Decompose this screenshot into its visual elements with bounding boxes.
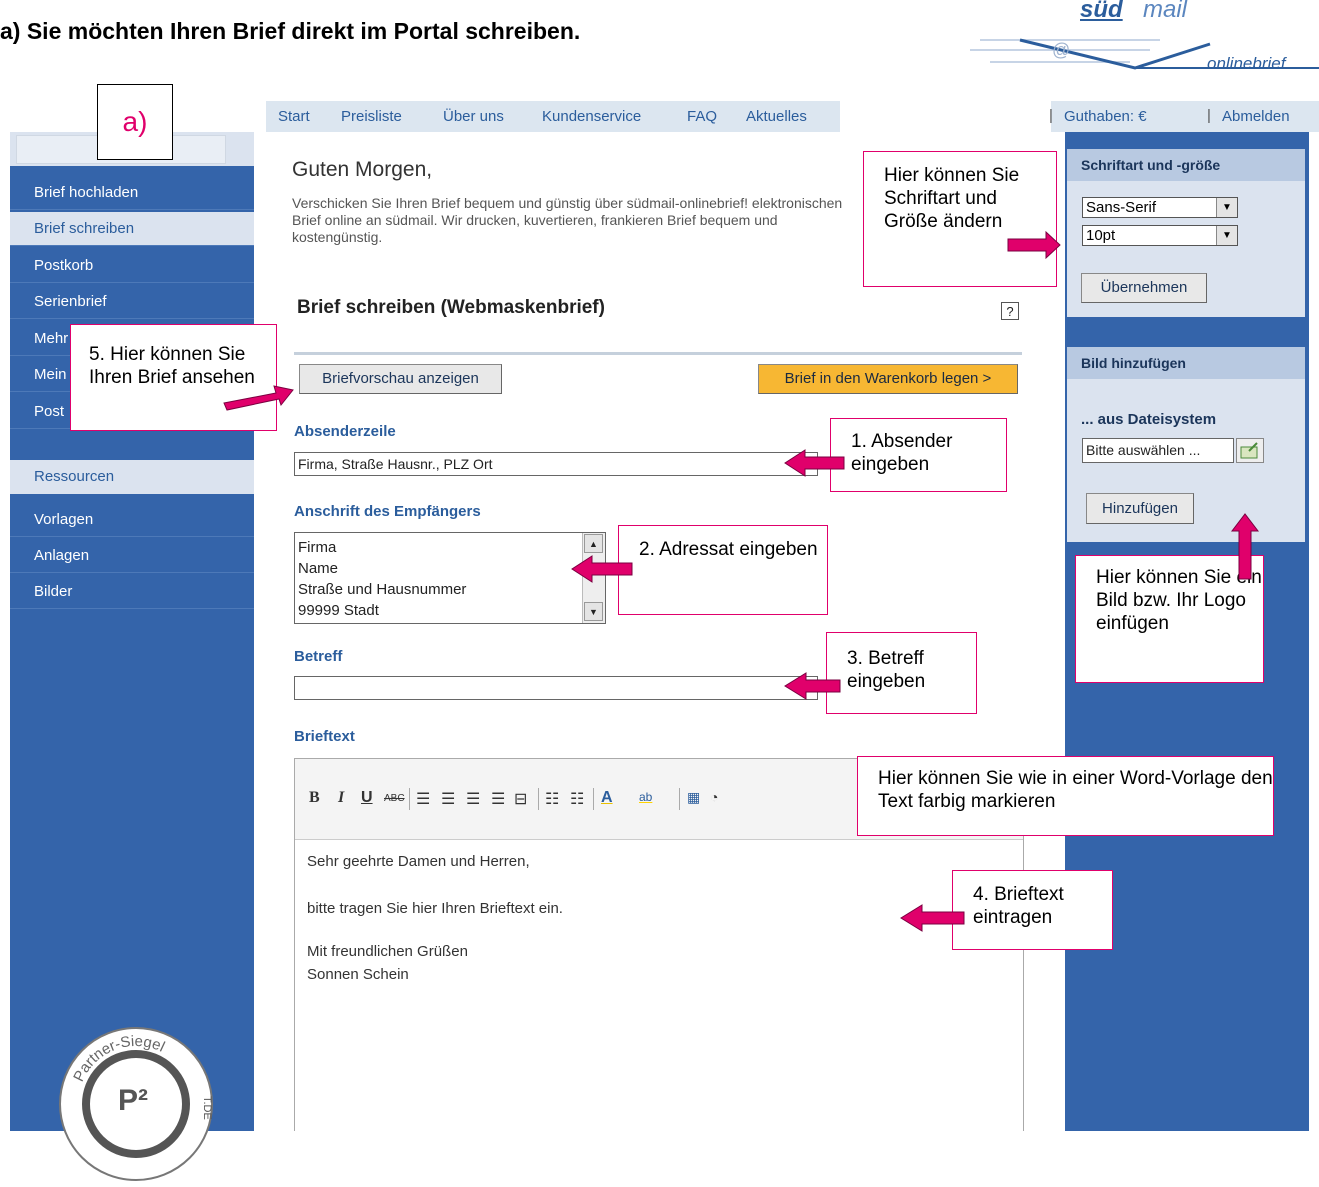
arrow-up-icon — [1230, 513, 1260, 580]
arrow-up-left-icon — [223, 385, 294, 411]
arrow-left-icon — [784, 449, 845, 477]
arrow-left-icon — [784, 672, 841, 700]
annotation-arrows — [223, 230, 1260, 932]
arrow-left-icon — [900, 904, 965, 932]
arrow-right-icon — [1007, 230, 1061, 260]
arrow-left-icon — [571, 555, 633, 583]
